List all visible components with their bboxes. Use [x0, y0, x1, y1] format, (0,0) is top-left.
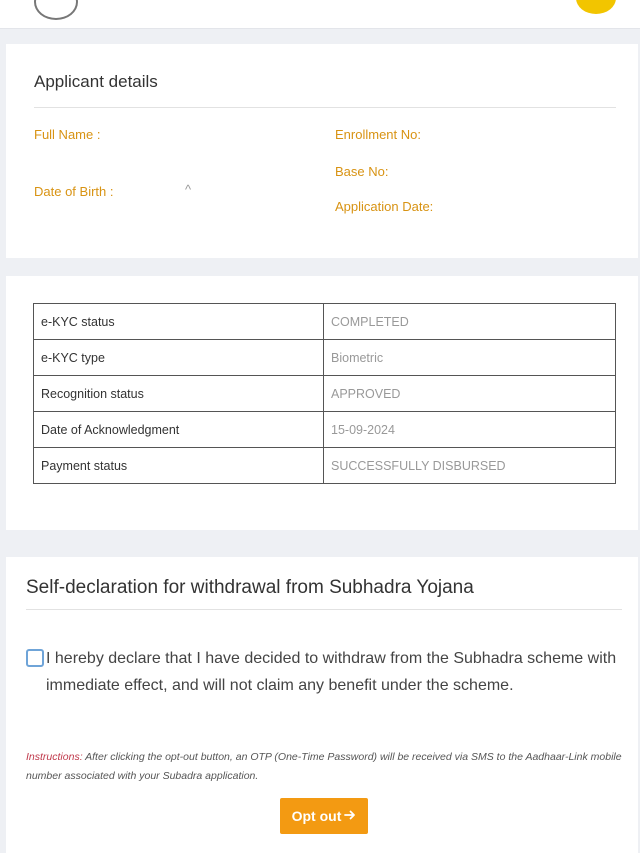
table-row: e-KYC status COMPLETED — [33, 303, 616, 340]
declaration-checkbox[interactable] — [26, 649, 44, 667]
declaration-divider — [26, 609, 622, 610]
ekyc-status-label: e-KYC status — [33, 303, 324, 340]
ekyc-type-value: Biometric — [323, 339, 616, 376]
payment-status-label: Payment status — [33, 447, 324, 484]
application-date-label: Application Date: — [335, 199, 434, 214]
declaration-title: Self-declaration for withdrawal from Sub… — [26, 577, 474, 598]
ekyc-status-value: COMPLETED — [323, 303, 616, 340]
table-row: Recognition status APPROVED — [33, 375, 616, 412]
recognition-status-value: APPROVED — [323, 375, 616, 412]
status-card: e-KYC status COMPLETED e-KYC type Biomet… — [6, 276, 638, 530]
full-name-label: Full Name : — [34, 127, 101, 142]
arrow-right-icon — [344, 808, 356, 824]
table-row: e-KYC type Biometric — [33, 339, 616, 376]
base-no-label: Base No: — [335, 164, 389, 179]
applicant-details-card: Applicant details Full Name : Date of Bi… — [6, 44, 638, 258]
applicant-details-title: Applicant details — [34, 72, 158, 91]
date-of-birth-value: ^ — [185, 182, 192, 197]
instructions-text: After clicking the opt-out button, an OT… — [26, 751, 622, 782]
declaration-card: Self-declaration for withdrawal from Sub… — [6, 557, 638, 853]
instructions-label: Instructions: — [26, 751, 83, 763]
declaration-text: I hereby declare that I have decided to … — [46, 650, 617, 694]
acknowledgment-date-value: 15-09-2024 — [323, 411, 616, 448]
recognition-status-label: Recognition status — [33, 375, 324, 412]
ekyc-type-label: e-KYC type — [33, 339, 324, 376]
enrollment-no-label: Enrollment No: — [335, 127, 421, 142]
acknowledgment-date-label: Date of Acknowledgment — [33, 411, 324, 448]
status-table: e-KYC status COMPLETED e-KYC type Biomet… — [33, 303, 616, 484]
top-header — [0, 0, 640, 29]
table-row: Payment status SUCCESSFULLY DISBURSED — [33, 447, 616, 484]
date-of-birth-label: Date of Birth : — [34, 184, 114, 199]
instructions-note: Instructions: After clicking the opt-out… — [26, 748, 626, 786]
table-row: Date of Acknowledgment 15-09-2024 — [33, 411, 616, 448]
applicant-divider — [34, 107, 616, 108]
opt-out-label: Opt out — [291, 808, 342, 824]
avatar[interactable] — [576, 0, 616, 14]
emblem-logo — [34, 0, 78, 20]
payment-status-value: SUCCESSFULLY DISBURSED — [323, 447, 616, 484]
opt-out-button[interactable]: Opt out — [280, 798, 368, 834]
